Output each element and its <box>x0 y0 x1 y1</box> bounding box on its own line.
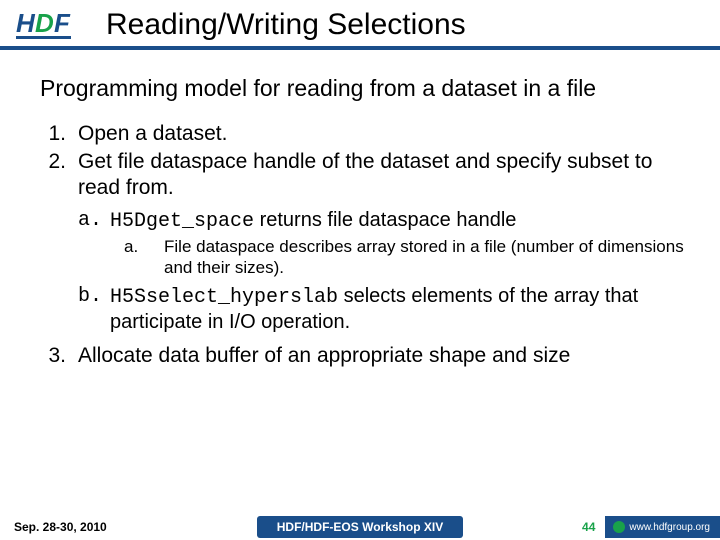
step-text: Open a dataset. <box>78 121 686 147</box>
subsubsteps-list: a. File dataspace describes array stored… <box>124 236 686 279</box>
hdfgroup-badge: www.hdfgroup.org <box>605 516 720 538</box>
svg-text:H: H <box>16 8 36 38</box>
step-3: 3. Allocate data buffer of an appropriat… <box>40 343 686 369</box>
steps-list: 1. Open a dataset. 2. Get file dataspace… <box>40 121 686 202</box>
substep-rest: returns file dataspace handle <box>254 209 516 231</box>
site-url: www.hdfgroup.org <box>629 522 710 533</box>
step-text: Get file dataspace handle of the dataset… <box>78 149 686 202</box>
svg-text:F: F <box>54 8 71 38</box>
step-number: 2. <box>40 149 78 202</box>
substep-letter: b. <box>78 284 110 335</box>
subsubstep-text: File dataspace describes array stored in… <box>164 236 686 279</box>
slide-header: H D F Reading/Writing Selections <box>0 0 720 46</box>
intro-text: Programming model for reading from a dat… <box>40 74 686 103</box>
step-text: Allocate data buffer of an appropriate s… <box>78 343 686 369</box>
slide-footer: Sep. 28-30, 2010 HDF/HDF-EOS Workshop XI… <box>0 514 720 540</box>
substep-letter: a. <box>78 208 110 234</box>
footer-workshop: HDF/HDF-EOS Workshop XIV <box>257 516 463 538</box>
substeps-list: a. H5Dget_space returns file dataspace h… <box>78 208 686 234</box>
step-number: 1. <box>40 121 78 147</box>
step-2: 2. Get file dataspace handle of the data… <box>40 149 686 202</box>
page-number: 44 <box>582 520 595 534</box>
footer-center-wrap: HDF/HDF-EOS Workshop XIV <box>200 516 520 538</box>
steps-list-cont: 3. Allocate data buffer of an appropriat… <box>40 343 686 369</box>
substep-2a: a. H5Dget_space returns file dataspace h… <box>78 208 686 234</box>
code-h5sselect-hyperslab: H5Sselect_hyperslab <box>110 286 338 309</box>
hdf-logo: H D F <box>16 8 76 42</box>
step-1: 1. Open a dataset. <box>40 121 686 147</box>
substeps-list-b: b. H5Sselect_hyperslab selects elements … <box>78 284 686 335</box>
subsubstep-2a-a: a. File dataspace describes array stored… <box>124 236 686 279</box>
slide-body: Programming model for reading from a dat… <box>0 50 720 369</box>
substep-text: H5Dget_space returns file dataspace hand… <box>110 208 686 234</box>
subsubstep-letter: a. <box>124 236 164 279</box>
slide-title: Reading/Writing Selections <box>106 8 466 42</box>
substep-2b: b. H5Sselect_hyperslab selects elements … <box>78 284 686 335</box>
code-h5dget-space: H5Dget_space <box>110 210 254 233</box>
step-number: 3. <box>40 343 78 369</box>
globe-icon <box>613 521 625 533</box>
substep-text: H5Sselect_hyperslab selects elements of … <box>110 284 686 335</box>
footer-right: 44 www.hdfgroup.org <box>520 516 720 538</box>
footer-date: Sep. 28-30, 2010 <box>0 520 200 534</box>
svg-text:D: D <box>35 8 54 38</box>
